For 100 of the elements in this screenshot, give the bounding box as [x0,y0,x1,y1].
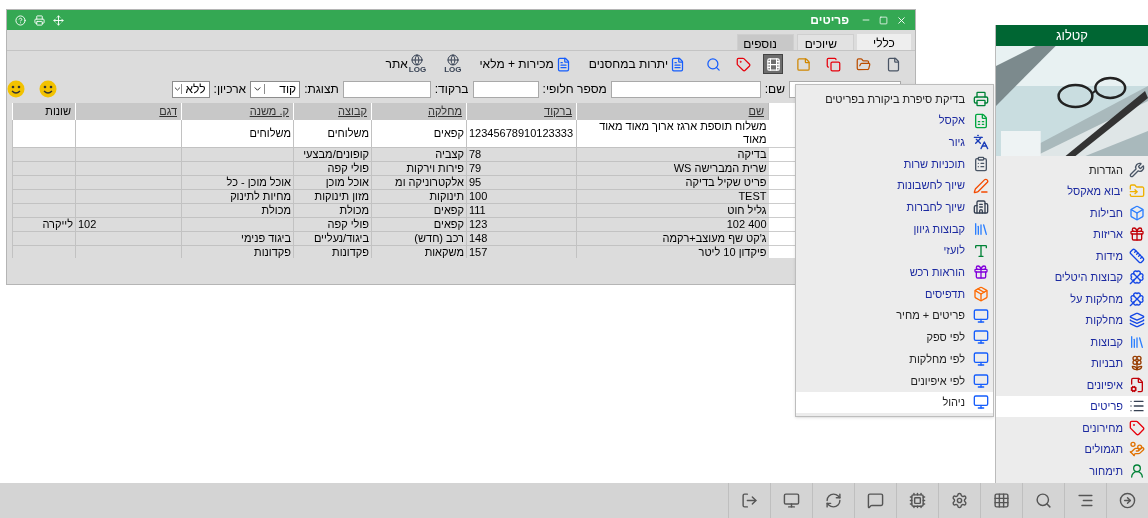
folder-icon [855,56,871,72]
flower-icon [1129,355,1145,372]
sidebar-item[interactable]: פריטים [996,395,1148,417]
chip-icon [909,492,926,509]
column-header[interactable]: ברקוד [466,103,577,120]
menu-item[interactable]: פריטים + מחיר [796,304,993,327]
folder-icon [1129,183,1145,200]
table-cell: 111 [469,204,486,216]
table-cell: פולי קפה [327,218,369,230]
table-cell: קופונים/מבצעי [303,148,369,160]
align-icon [1077,492,1094,509]
wrench-icon [1129,161,1145,178]
sidebar-item[interactable]: יבוא מאקסל [996,180,1148,202]
table-cell: קפאים [433,126,464,139]
binders-icon [1129,333,1145,350]
table-cell: פקדונות [332,246,369,258]
log-button[interactable]: LOG [444,54,462,74]
maximize-icon[interactable] [879,15,888,25]
settings-icon [951,492,968,509]
sidebar-item[interactable]: הגדרות [996,159,1148,181]
sidebar-item[interactable]: קבוצות היטלים [996,266,1148,288]
table-cell: 79 [469,162,482,174]
tab[interactable]: כללי [857,34,911,50]
filter-field[interactable] [342,80,431,98]
move-icon[interactable] [53,14,64,26]
cube-icon [1129,204,1145,221]
binders-icon [973,220,989,237]
monitor-icon [973,394,989,411]
sidebar-item[interactable]: תגמולים [996,438,1148,460]
monitor-icon [973,351,989,368]
globe-icon [411,54,424,66]
new-file-icon [885,56,901,72]
close-icon[interactable] [896,14,907,26]
film-button[interactable] [763,54,783,74]
film-icon [765,56,781,72]
tab[interactable]: שיוכים [797,34,854,50]
arrow-circle-icon [1119,492,1136,509]
sidebar-item[interactable]: תימחור [996,460,1148,482]
table-cell: קפאים [433,218,464,230]
menu-item[interactable]: ניהול [796,391,993,414]
menu-item[interactable]: הוראות רכש [796,261,993,284]
filter-field[interactable] [472,80,539,98]
sidebar-item[interactable]: מחלקות [996,309,1148,331]
table-cell: 148 [469,232,488,244]
table-cell: פקדונות [254,246,291,258]
column-header[interactable]: קבוצה [293,103,372,120]
clover-icon [1129,269,1145,286]
table-cell: פירות וירקות [406,162,464,174]
print-icon[interactable] [34,14,45,26]
filter-select[interactable]: קוד [250,80,301,98]
column-header[interactable]: מחלקה [371,103,467,120]
menu-item[interactable]: לפי ספק [796,326,993,349]
table-cell: פיקדון 10 ליטר [698,246,767,258]
filter-select[interactable]: ללא [171,80,210,98]
table-cell: 100 [469,190,488,202]
monitor-icon [783,492,800,509]
note-icon [795,56,811,72]
column-header[interactable]: ק. משנה [181,103,294,120]
sidebar-item[interactable]: איפיונים [996,374,1148,396]
column-header[interactable]: שונות [12,103,76,120]
monitor-icon [973,307,989,324]
table-cell: בדיקה [737,148,767,160]
pen-icon [973,177,989,194]
document-icon [670,56,685,72]
table-cell: אוכל מוכן - כל [226,176,291,188]
sidebar-item[interactable]: אריזות [996,223,1148,245]
help-icon[interactable] [15,14,26,26]
sidebar-item[interactable]: מחירונים [996,417,1148,439]
toolbar-button[interactable]: מכירות + מלאי [479,55,571,73]
menu-item[interactable]: בדיקת סיפרת ביקורת בפריטים [796,88,993,110]
chevron-icon [172,84,183,94]
menu-item[interactable]: תדפיסים [796,283,993,305]
table-cell: 12345678910123333 [469,126,573,139]
sidebar-item[interactable]: קבוצות [996,331,1148,353]
sidebar-item[interactable]: מחלקות על [996,288,1148,310]
document-icon [555,56,571,72]
log-label: LOG [444,66,462,74]
filter-label: מספר חלופי: [542,81,607,98]
table-cell: מכולת [261,204,291,216]
chevron-icon [251,84,266,94]
sidebar-item[interactable]: חבילות [996,202,1148,224]
table-cell: 157 [469,246,488,258]
copy-icon [825,56,841,72]
column-header[interactable]: שם [576,103,769,120]
clover-icon [1129,290,1145,307]
filter-field[interactable] [610,80,761,98]
menu-item[interactable]: לפי מחלקות [796,348,993,370]
tab[interactable]: נוספים [737,34,794,50]
filter-label: ברקוד: [434,81,469,98]
table-cell: משלוחים [327,126,369,139]
table-cell: אוכל מוכן [325,176,369,188]
column-header[interactable]: דגם [75,103,182,120]
toolbar-button[interactable]: יתרות במחסנים [588,55,685,73]
refresh-icon [825,492,842,509]
menu-item[interactable]: לפי איפיונים [796,369,993,392]
sidebar-item[interactable]: תבניות [996,352,1148,374]
person-icon [1129,462,1145,479]
printer-icon [973,90,989,107]
sidebar-item[interactable]: מידות [996,245,1148,267]
chat-icon [867,492,884,509]
